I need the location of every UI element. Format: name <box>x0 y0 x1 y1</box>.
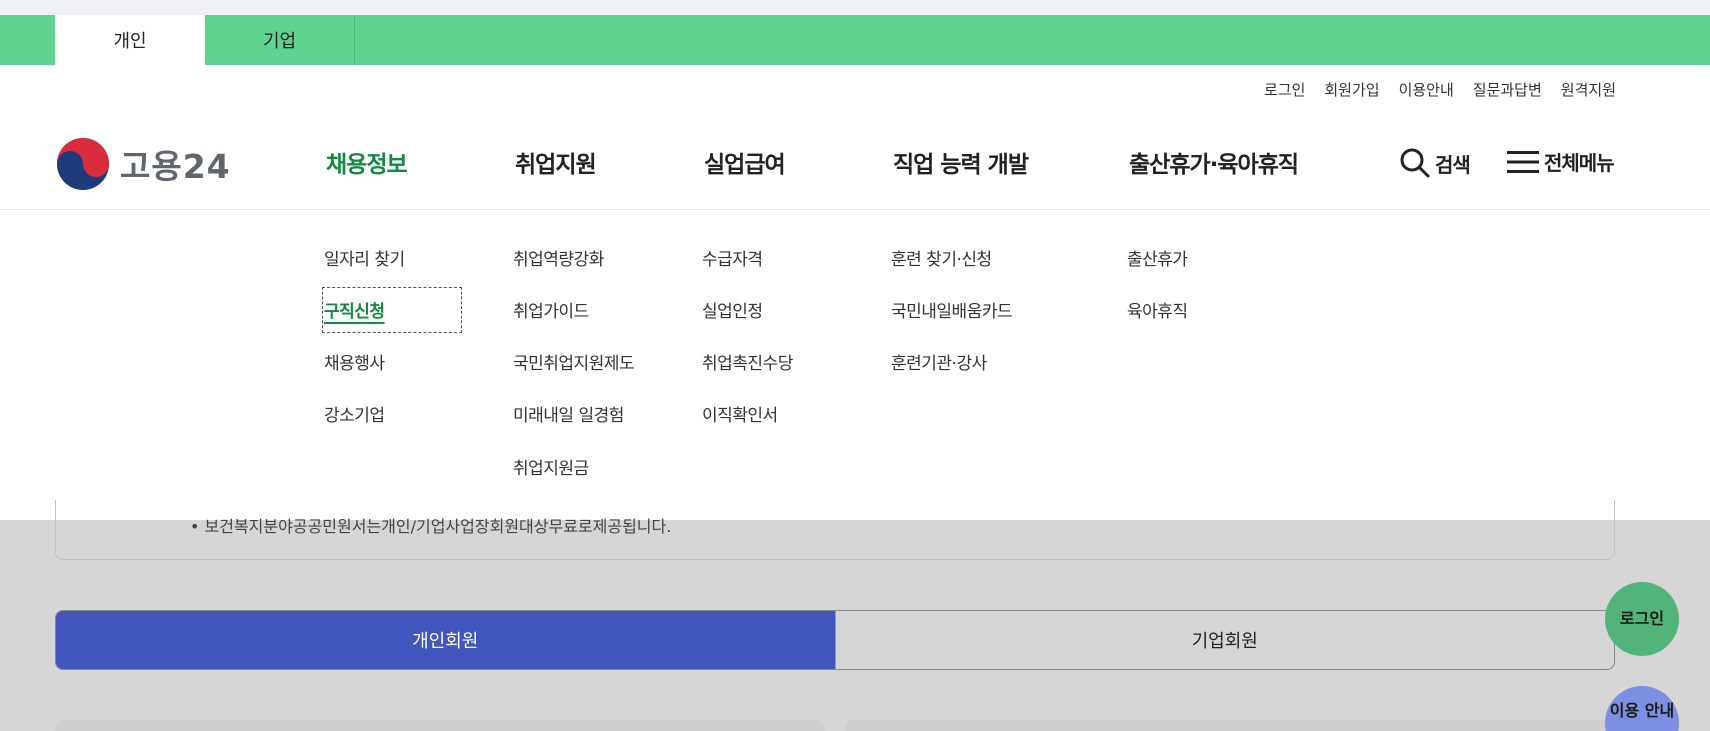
submenu-employability[interactable]: 취업역량강화 <box>513 245 604 270</box>
submenu-eligibility[interactable]: 수급자격 <box>702 245 763 270</box>
submenu-work-experience[interactable]: 미래내일 일경험 <box>513 401 624 426</box>
search-icon <box>1400 148 1430 178</box>
util-login-link[interactable]: 로그인 <box>1264 79 1305 100</box>
tab-personal[interactable]: 개인 <box>55 15 205 65</box>
search-button[interactable]: 검색 <box>1399 147 1471 179</box>
notice-text: • 보건복지분야공공민원서는개인/기업사업장회원대상무료로제공됩니다. <box>190 517 672 536</box>
gnb-recruit-info[interactable]: 채용정보 <box>326 145 408 179</box>
keyboard-focus-outline <box>322 287 462 333</box>
all-menu-label: 전체메뉴 <box>1544 151 1615 175</box>
search-label: 검색 <box>1435 152 1471 177</box>
hamburger-menu-icon <box>1507 150 1539 173</box>
content-card-left <box>55 720 825 731</box>
content-card-right <box>845 720 1615 731</box>
browser-top-strip <box>0 0 1710 15</box>
util-qna-link[interactable]: 질문과답변 <box>1473 79 1542 100</box>
submenu-unemployment-recognition[interactable]: 실업인정 <box>702 297 763 322</box>
tab-corporate-member[interactable]: 기업회원 <box>834 611 1615 669</box>
site-header: 로그인 회원가입 이용안내 질문과답변 원격지원 고용24 채용정보 취업지원 … <box>0 65 1710 210</box>
submenu-maternity-leave[interactable]: 출산휴가 <box>1127 245 1188 270</box>
submenu-training-institution[interactable]: 훈련기관·강사 <box>891 349 987 374</box>
util-guide-link[interactable]: 이용안내 <box>1399 79 1454 100</box>
submenu-learning-card[interactable]: 국민내일배움카드 <box>891 297 1013 322</box>
gnb-unemployment-benefit[interactable]: 실업급여 <box>704 145 786 179</box>
mega-menu-panel: 일자리 찾기 구직신청 채용행사 강소기업 취업역량강화 취업가이드 국민취업지… <box>0 210 1710 520</box>
submenu-job-fair[interactable]: 채용행사 <box>324 349 385 374</box>
submenu-national-employment-support[interactable]: 국민취업지원제도 <box>513 349 635 374</box>
member-type-tabs: 개인회원 기업회원 <box>55 610 1615 670</box>
submenu-employment-subsidy[interactable]: 취업지원금 <box>513 454 589 479</box>
util-remote-support-link[interactable]: 원격지원 <box>1561 79 1616 100</box>
submenu-separation-certificate[interactable]: 이직확인서 <box>702 401 778 426</box>
gnb-employment-support[interactable]: 취업지원 <box>515 145 597 179</box>
submenu-reemployment-allowance[interactable]: 취업촉진수당 <box>702 349 793 374</box>
tab-personal-member[interactable]: 개인회원 <box>56 611 835 669</box>
gnb-vocational-training[interactable]: 직업 능력 개발 <box>893 145 1029 179</box>
submenu-job-search[interactable]: 일자리 찾기 <box>324 245 405 270</box>
floating-guide-button[interactable]: 이용 안내 <box>1605 686 1679 731</box>
submenu-parental-leave[interactable]: 육아휴직 <box>1127 297 1188 322</box>
submenu-small-giant-company[interactable]: 강소기업 <box>324 401 385 426</box>
tab-corporate[interactable]: 기업 <box>205 15 355 65</box>
submenu-training-search[interactable]: 훈련 찾기·신청 <box>891 245 992 270</box>
all-menu-button[interactable]: 전체메뉴 <box>1506 147 1615 176</box>
submenu-job-guide[interactable]: 취업가이드 <box>513 297 589 322</box>
utility-links: 로그인 회원가입 이용안내 질문과답변 원격지원 <box>1264 79 1616 100</box>
util-signup-link[interactable]: 회원가입 <box>1324 79 1379 100</box>
floating-login-button[interactable]: 로그인 <box>1605 582 1679 656</box>
gnb-maternity-parental-leave[interactable]: 출산휴가·육아휴직 <box>1129 145 1299 179</box>
